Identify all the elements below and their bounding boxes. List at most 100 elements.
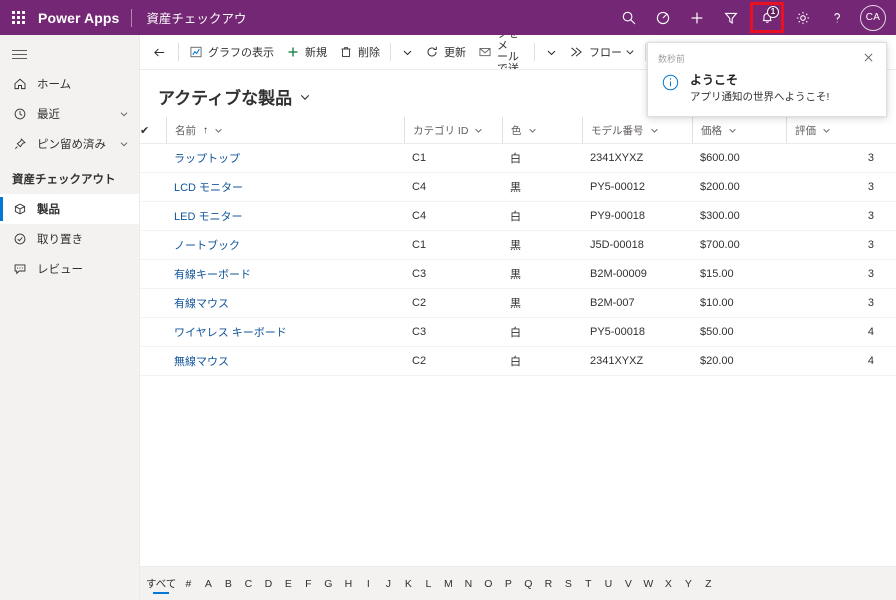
table-row[interactable]: LED モニター C4 白 PY9-00018 $300.00 3 [140, 201, 896, 231]
sidebar-item-home[interactable]: ホーム [0, 69, 139, 99]
alpha-filter-g[interactable]: G [318, 571, 338, 597]
sidebar-item-products[interactable]: 製品 [0, 194, 139, 224]
check-icon[interactable]: ✔ [140, 125, 149, 137]
record-link[interactable]: 有線マウス [174, 298, 229, 310]
gear-icon[interactable] [786, 0, 820, 35]
search-icon[interactable] [612, 0, 646, 35]
alpha-filter-m[interactable]: M [438, 571, 458, 597]
plus-icon[interactable] [680, 0, 714, 35]
alpha-filter-x[interactable]: X [658, 571, 678, 597]
alpha-filter-e[interactable]: E [278, 571, 298, 597]
alpha-filter-h[interactable]: H [338, 571, 358, 597]
alpha-filter-j[interactable]: J [378, 571, 398, 597]
chevron-down-icon[interactable] [822, 126, 831, 135]
column-header-name[interactable]: 名前 ↑ [166, 117, 404, 144]
alpha-filter-l[interactable]: L [418, 571, 438, 597]
alpha-filter-a[interactable]: A [198, 571, 218, 597]
alpha-filter-u[interactable]: U [598, 571, 618, 597]
target-icon[interactable] [646, 0, 680, 35]
cell-name[interactable]: LED モニター [166, 201, 404, 231]
cell-name[interactable]: LCD モニター [166, 172, 404, 202]
chevron-down-icon[interactable] [119, 139, 129, 149]
cell-name[interactable]: 無線マウス [166, 346, 404, 376]
row-select-cell[interactable] [140, 201, 166, 231]
email-a-link-button[interactable]: リンクをメ ールで送信 [472, 35, 530, 69]
alpha-filter-r[interactable]: R [538, 571, 558, 597]
row-select-cell[interactable] [140, 288, 166, 318]
row-select-cell[interactable] [140, 317, 166, 347]
alpha-filter-v[interactable]: V [618, 571, 638, 597]
record-link[interactable]: ラップトップ [174, 153, 240, 165]
close-icon[interactable] [861, 51, 876, 64]
row-select-cell[interactable] [140, 230, 166, 260]
email-overflow-chevron-icon[interactable] [539, 37, 563, 67]
alpha-filter-y[interactable]: Y [678, 571, 698, 597]
new-button[interactable]: 新規 [280, 37, 333, 67]
record-link[interactable]: LED モニター [174, 211, 242, 223]
row-select-cell[interactable] [140, 346, 166, 376]
alpha-filter-hash[interactable]: # [178, 571, 198, 597]
row-select-cell[interactable] [140, 259, 166, 289]
view-chevron-down-icon[interactable] [299, 91, 311, 103]
alpha-filter-k[interactable]: K [398, 571, 418, 597]
alpha-filter-i[interactable]: I [358, 571, 378, 597]
table-row[interactable]: LCD モニター C4 黒 PY5-00012 $200.00 3 [140, 172, 896, 202]
app-launcher-icon[interactable] [0, 0, 36, 35]
filter-icon[interactable] [714, 0, 748, 35]
alpha-filter-b[interactable]: B [218, 571, 238, 597]
flow-button[interactable]: フロー [563, 37, 641, 67]
alpha-filter-q[interactable]: Q [518, 571, 538, 597]
help-icon[interactable] [820, 0, 854, 35]
chevron-down-icon[interactable] [650, 126, 659, 135]
table-row[interactable]: ラップトップ C1 白 2341XYXZ $600.00 3 [140, 143, 896, 173]
table-row[interactable]: ノートブック C1 黒 J5D-00018 $700.00 3 [140, 230, 896, 260]
alpha-filter-t[interactable]: T [578, 571, 598, 597]
record-link[interactable]: LCD モニター [174, 182, 243, 194]
notifications-button[interactable]: 1 [750, 2, 784, 33]
flow-chevron-down-icon[interactable] [625, 47, 635, 57]
cell-name[interactable]: 有線マウス [166, 288, 404, 318]
table-row[interactable]: 有線マウス C2 黒 B2M-007 $10.00 3 [140, 288, 896, 318]
row-select-cell[interactable] [140, 143, 166, 173]
chevron-down-icon[interactable] [528, 126, 537, 135]
table-row[interactable]: 有線キーボード C3 黒 B2M-00009 $15.00 3 [140, 259, 896, 289]
column-header-category[interactable]: カテゴリ ID [404, 117, 502, 144]
cell-name[interactable]: ワイヤレス キーボード [166, 317, 404, 347]
sidebar-item-pinned[interactable]: ピン留め済み [0, 129, 139, 159]
column-header-model[interactable]: モデル番号 [582, 117, 692, 144]
column-header-price[interactable]: 価格 [692, 117, 786, 144]
column-header-rating[interactable]: 評価 [786, 117, 896, 144]
back-button[interactable] [144, 37, 174, 67]
show-chart-button[interactable]: グラフの表示 [183, 37, 280, 67]
sidebar-item-recent[interactable]: 最近 [0, 99, 139, 129]
sidebar-item-holds[interactable]: 取り置き [0, 224, 139, 254]
table-row[interactable]: ワイヤレス キーボード C3 白 PY5-00018 $50.00 4 [140, 317, 896, 347]
hamburger-icon[interactable] [0, 39, 139, 69]
cell-name[interactable]: ノートブック [166, 230, 404, 260]
alpha-filter-n[interactable]: N [458, 571, 478, 597]
brand-label[interactable]: Power Apps [36, 10, 131, 26]
cell-name[interactable]: 有線キーボード [166, 259, 404, 289]
record-link[interactable]: ノートブック [174, 240, 240, 252]
alpha-filter-o[interactable]: O [478, 571, 498, 597]
delete-button[interactable]: 削除 [333, 37, 386, 67]
alpha-filter-w[interactable]: W [638, 571, 658, 597]
alpha-filter-c[interactable]: C [238, 571, 258, 597]
alpha-filter-z[interactable]: Z [698, 571, 718, 597]
alpha-filter-all[interactable]: すべて [144, 571, 178, 597]
alpha-filter-s[interactable]: S [558, 571, 578, 597]
alpha-filter-d[interactable]: D [258, 571, 278, 597]
alpha-filter-p[interactable]: P [498, 571, 518, 597]
row-select-cell[interactable] [140, 172, 166, 202]
alpha-filter-f[interactable]: F [298, 571, 318, 597]
chevron-down-icon[interactable] [119, 109, 129, 119]
cell-name[interactable]: ラップトップ [166, 143, 404, 173]
refresh-button[interactable]: 更新 [419, 37, 472, 67]
record-link[interactable]: 無線マウス [174, 356, 229, 368]
avatar[interactable]: CA [860, 4, 886, 31]
chevron-down-icon[interactable] [214, 126, 223, 135]
record-link[interactable]: 有線キーボード [174, 269, 251, 281]
overflow-chevron-icon[interactable] [395, 37, 419, 67]
select-all-header[interactable]: ✔ [140, 117, 166, 144]
sidebar-item-reviews[interactable]: レビュー [0, 254, 139, 284]
